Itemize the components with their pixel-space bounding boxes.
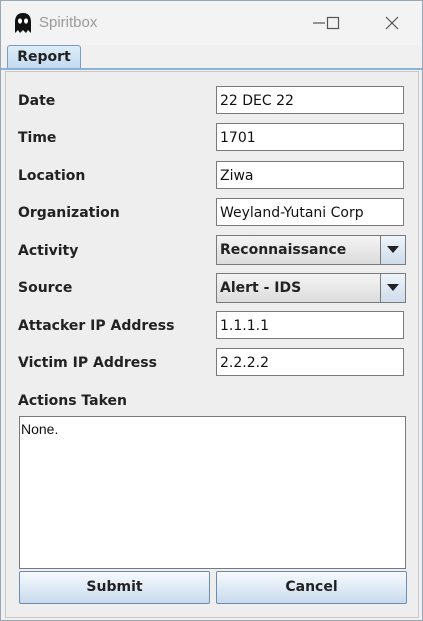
ghost-icon	[13, 12, 33, 34]
tab-underline	[1, 68, 422, 70]
attacker-ip-field[interactable]: 1.1.1.1	[216, 311, 404, 339]
attacker-ip-label: Attacker IP Address	[18, 318, 175, 334]
source-label: Source	[18, 280, 73, 296]
date-label: Date	[18, 93, 56, 109]
victim-ip-field[interactable]: 2.2.2.2	[216, 348, 404, 376]
time-field[interactable]: 1701	[216, 123, 404, 151]
chevron-down-icon	[387, 284, 399, 291]
victim-ip-label: Victim IP Address	[18, 355, 157, 371]
source-selected-value: Alert - IDS	[220, 280, 302, 296]
date-field[interactable]: 22 DEC 22	[216, 86, 404, 114]
chevron-down-icon	[387, 246, 399, 253]
source-dropdown-button[interactable]	[380, 274, 405, 302]
title-bar[interactable]: Spiritbox	[1, 1, 422, 45]
cancel-button[interactable]: Cancel	[216, 571, 407, 604]
activity-label: Activity	[18, 243, 79, 259]
activity-dropdown-button[interactable]	[380, 236, 405, 264]
window-title: Spiritbox	[39, 14, 98, 31]
tab-strip: Report	[1, 45, 422, 69]
organization-label: Organization	[18, 205, 120, 221]
submit-button[interactable]: Submit	[19, 571, 210, 604]
actions-taken-textarea[interactable]: None.	[19, 416, 406, 569]
source-select[interactable]: Alert - IDS	[216, 273, 406, 303]
app-window: Spiritbox Report Date 22 DEC 22 Time 170…	[0, 0, 423, 621]
time-label: Time	[18, 130, 57, 146]
maximize-icon	[326, 16, 340, 30]
close-icon	[385, 16, 399, 30]
location-label: Location	[18, 168, 86, 184]
close-button[interactable]	[371, 7, 415, 39]
tab-report[interactable]: Report	[7, 45, 81, 69]
activity-selected-value: Reconnaissance	[220, 242, 347, 258]
activity-select[interactable]: Reconnaissance	[216, 235, 406, 265]
organization-field[interactable]: Weyland-Yutani Corp	[216, 198, 404, 226]
maximize-button[interactable]	[312, 7, 356, 39]
location-field[interactable]: Ziwa	[216, 161, 404, 189]
actions-taken-label: Actions Taken	[18, 393, 128, 409]
